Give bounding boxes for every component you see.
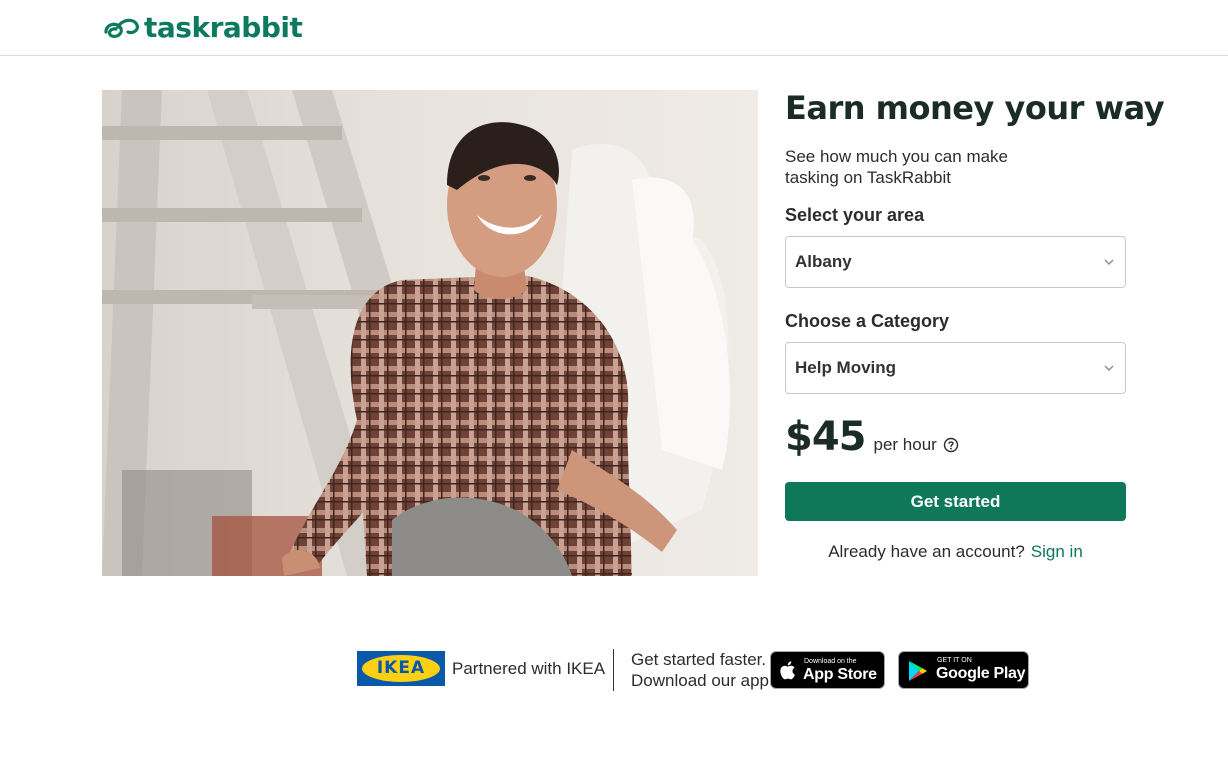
page-subtitle: See how much you can make tasking on Tas… [785,147,1009,187]
page-title: Earn money your way [785,89,1165,127]
logo-wordmark: taskrabbit [144,11,303,44]
google-play-small-text: GET IT ON [937,657,972,664]
chevron-down-icon [1104,365,1114,371]
ikea-logo: IKEA [357,651,445,686]
help-circle-icon[interactable] [943,437,959,453]
category-select[interactable]: Help Moving [785,342,1126,394]
chevron-down-icon [1104,259,1114,265]
ikea-wordmark: IKEA [376,658,426,678]
sign-in-link[interactable]: Sign in [1031,542,1083,561]
footer-divider [613,649,614,691]
google-play-badge[interactable]: GET IT ON Google Play [898,651,1029,689]
area-label: Select your area [785,205,925,225]
app-store-badge[interactable]: Download on the App Store [770,651,885,689]
download-app-line2: Download our app [631,671,769,690]
google-play-big-text: Google Play [936,665,1026,682]
partner-text: Partnered with IKEA [452,659,606,678]
app-store-big-text: App Store [803,666,877,683]
area-select-value: Albany [795,252,852,271]
category-label: Choose a Category [785,311,950,331]
hero-photo [102,90,758,576]
area-select[interactable]: Albany [785,236,1126,288]
site-header: taskrabbit [0,0,1228,56]
download-app-text: Get started faster. Download our app [631,649,769,691]
category-select-value: Help Moving [795,358,897,377]
google-play-icon [909,661,927,681]
earnings-panel: Earn money your way See how much you can… [785,88,1165,561]
rabbit-link-icon [104,18,139,38]
taskrabbit-logo[interactable]: taskrabbit [102,11,303,44]
apple-icon [780,661,795,680]
download-app-line1: Get started faster. [631,650,767,669]
price-unit: per hour [873,435,937,454]
price-display: $45 per hour [785,413,959,461]
get-started-button[interactable]: Get started [785,482,1126,521]
hourly-price: $45 [785,414,866,460]
app-store-small-text: Download on the [804,658,857,665]
account-prompt-text: Already have an account? [828,542,1025,561]
account-prompt: Already have an account? Sign in [785,542,1126,562]
